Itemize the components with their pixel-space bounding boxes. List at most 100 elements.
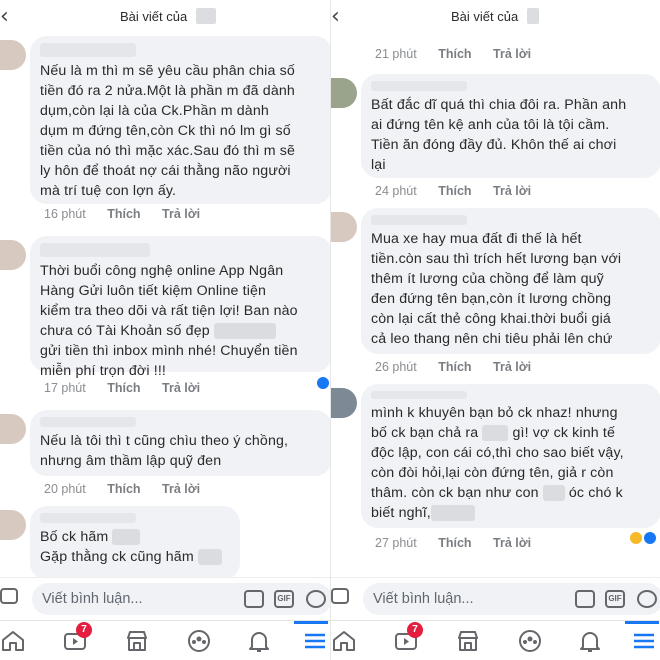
avatar[interactable]: [0, 40, 26, 70]
comment-time: 27 phút: [375, 536, 417, 550]
avatar[interactable]: [331, 212, 357, 242]
comment-bubble: Nếu là tôi thì t cũng chìu theo ý chồng,…: [30, 410, 330, 476]
avatar[interactable]: [0, 240, 26, 270]
active-tab-indicator: [294, 621, 328, 624]
camera-icon[interactable]: [0, 588, 18, 604]
comment-time: 26 phút: [375, 360, 417, 374]
reply-link[interactable]: Trả lời: [162, 207, 200, 221]
comment-text-part: Gặp thằng ck cũng hãm: [40, 549, 194, 565]
comment-text-part: Bố ck hãm: [40, 529, 109, 545]
comment-text: Bất đắc dĩ quá thì chia đôi ra. Phần anh…: [371, 97, 627, 173]
like-link[interactable]: Thích: [107, 381, 140, 395]
like-link[interactable]: Thích: [107, 482, 140, 496]
marketplace-icon[interactable]: [455, 628, 481, 654]
home-icon[interactable]: [331, 628, 357, 654]
header-title: Bài viết của: [120, 9, 188, 24]
comment-bubble: mình k khuyên bạn bỏ ck nhaz! nhưng bố c…: [361, 384, 660, 528]
comment-actions: 26 phút Thích Trả lời: [375, 360, 549, 374]
comment-actions: 16 phút Thích Trả lời: [44, 207, 218, 221]
home-icon[interactable]: [0, 628, 26, 654]
like-link[interactable]: Thích: [107, 207, 140, 221]
sticker-icon[interactable]: [244, 590, 264, 608]
like-link[interactable]: Thích: [438, 184, 471, 198]
blurred-author-name: [196, 8, 216, 24]
blurred-word: [112, 529, 141, 546]
comment-bubble: Nếu là m thì m sẽ yêu cầu phân chia số t…: [30, 36, 330, 204]
like-reaction-icon[interactable]: [643, 531, 657, 545]
comment-time: 24 phút: [375, 184, 417, 198]
comment-text-part: gì! vợ ck kinh tế: [512, 425, 616, 441]
comment-text-part: gửi tiền thì inbox mình nhé! Chuyển tiền…: [40, 343, 298, 379]
comment-composer: GIF: [0, 577, 330, 619]
comment-composer: GIF: [331, 577, 660, 619]
watch-icon[interactable]: 7: [62, 622, 92, 654]
comment-actions: 21 phút Thích Trả lời: [375, 47, 549, 61]
comment-actions: 17 phút Thích Trả lời: [44, 381, 218, 395]
comment-text-part: óc chó k: [568, 485, 623, 501]
comment-text: Thời buổi công nghệ online App Ngân Hàng…: [40, 261, 320, 381]
avatar[interactable]: [331, 388, 357, 418]
comment-text-part: bố ck bạn chả ra: [371, 425, 479, 441]
comment-bubble: Thời buổi công nghệ online App Ngân Hàng…: [30, 236, 330, 379]
blurred-commenter-name: [40, 417, 136, 427]
post-header: ‹ Bài viết của: [331, 0, 660, 34]
like-link[interactable]: Thích: [438, 360, 471, 374]
comment-time: 20 phút: [44, 482, 86, 496]
marketplace-icon[interactable]: [124, 628, 150, 654]
haha-reaction-icon[interactable]: [629, 531, 643, 545]
blurred-author-name: [527, 8, 539, 24]
comment-text: Nếu là tôi thì t cũng chìu theo ý chồng,…: [40, 433, 289, 469]
camera-icon[interactable]: [331, 588, 349, 604]
notifications-bell-icon[interactable]: [577, 628, 603, 654]
blurred-commenter-name: [371, 81, 467, 91]
comment-actions: 27 phút Thích Trả lời: [375, 536, 549, 550]
notification-badge: 7: [407, 622, 423, 638]
comment-actions: 24 phút Thích Trả lời: [375, 184, 549, 198]
left-screenshot: ‹ Bài viết của Nếu là m thì m sẽ yêu cầu…: [0, 0, 330, 660]
like-link[interactable]: Thích: [438, 536, 471, 550]
reply-link[interactable]: Trả lời: [493, 360, 531, 374]
comment-text-part: thâm. còn ck bạn như con: [371, 485, 539, 501]
back-chevron-icon[interactable]: ‹: [0, 4, 9, 29]
gif-icon[interactable]: GIF: [605, 590, 625, 608]
comment-time: 21 phút: [375, 47, 417, 61]
blurred-word: [542, 485, 565, 502]
back-chevron-icon[interactable]: ‹: [331, 4, 340, 29]
comment-time: 16 phút: [44, 207, 86, 221]
post-header: ‹ Bài viết của: [0, 0, 330, 34]
comment-text: Nếu là m thì m sẽ yêu cầu phân chia số t…: [40, 63, 296, 199]
groups-icon[interactable]: [186, 628, 212, 654]
avatar[interactable]: [0, 414, 26, 444]
groups-icon[interactable]: [517, 628, 543, 654]
like-link[interactable]: Thích: [438, 47, 471, 61]
header-title: Bài viết của: [451, 9, 519, 24]
blurred-word: [482, 425, 509, 442]
comment-text-part: biết nghĩ,: [371, 505, 431, 521]
like-reaction-icon[interactable]: [316, 376, 330, 390]
active-tab-indicator: [625, 621, 659, 624]
avatar[interactable]: [0, 510, 26, 540]
emoji-icon[interactable]: [637, 590, 657, 608]
comment-text-line: mình k khuyên bạn bỏ ck nhaz! nhưng: [371, 405, 618, 421]
sticker-icon[interactable]: [575, 590, 595, 608]
comment-text-line: còn đòi hỏi,lại còn đứng tên, giả r còn: [371, 465, 614, 481]
reply-link[interactable]: Trả lời: [493, 184, 531, 198]
notifications-bell-icon[interactable]: [246, 628, 272, 654]
gif-icon[interactable]: GIF: [274, 590, 294, 608]
reply-link[interactable]: Trả lời: [162, 381, 200, 395]
blurred-word: [197, 549, 222, 566]
avatar[interactable]: [331, 78, 357, 108]
reply-link[interactable]: Trả lời: [493, 47, 531, 61]
bottom-tab-bar: 7: [331, 620, 660, 660]
comment-bubble: Bố ck hãm Gặp thằng ck cũng hãm: [30, 506, 240, 580]
blurred-commenter-name: [40, 43, 136, 57]
reply-link[interactable]: Trả lời: [162, 482, 200, 496]
emoji-icon[interactable]: [306, 590, 326, 608]
comment-actions: 20 phút Thích Trả lời: [44, 482, 218, 496]
notification-badge: 7: [76, 622, 92, 638]
reply-link[interactable]: Trả lời: [493, 536, 531, 550]
menu-icon[interactable]: [631, 628, 657, 654]
menu-icon[interactable]: [302, 628, 328, 654]
watch-icon[interactable]: 7: [393, 622, 423, 654]
blurred-number: [213, 323, 276, 340]
